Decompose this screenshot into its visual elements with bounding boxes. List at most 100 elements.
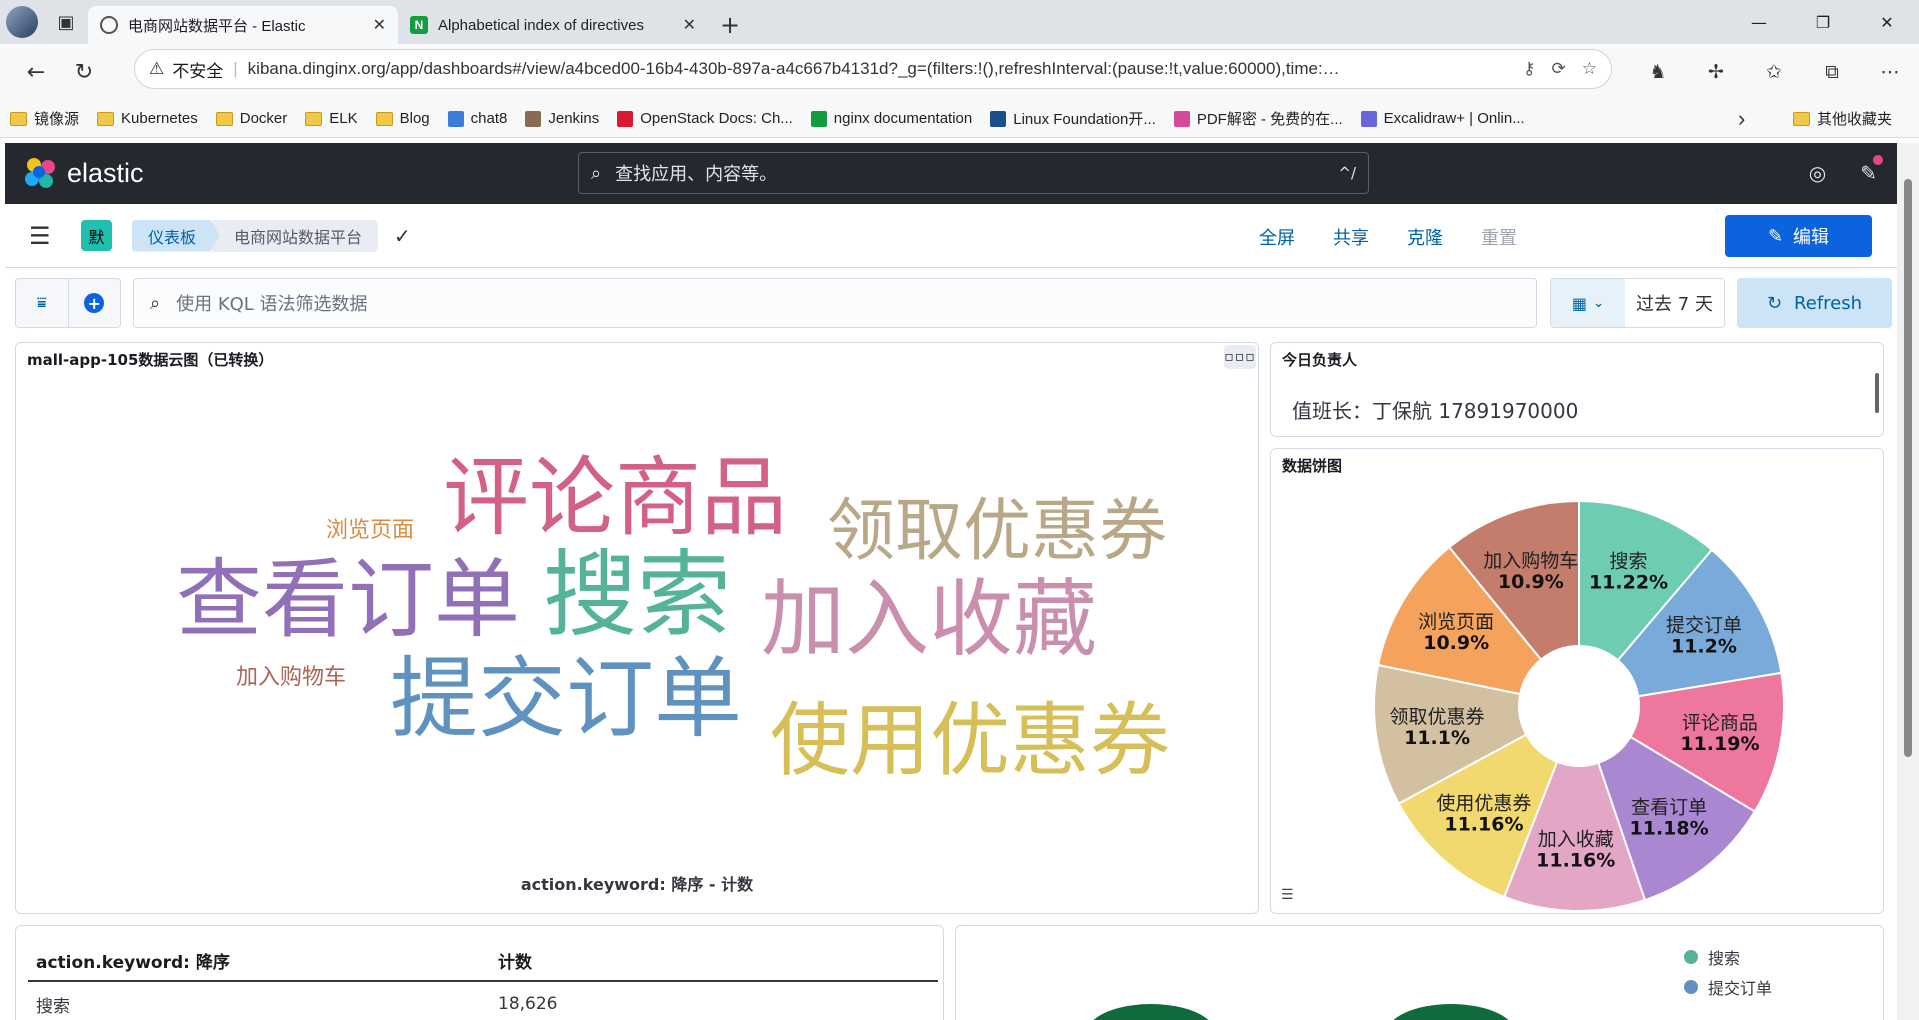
breadcrumb-dashboards[interactable]: 仪表板 <box>132 220 220 252</box>
edit-button[interactable]: ✎ 编辑 <box>1725 215 1872 257</box>
bookmark-10[interactable]: Linux Foundation开... <box>990 108 1156 129</box>
bookmark-5[interactable]: Blog <box>375 110 430 127</box>
edit-label: 编辑 <box>1793 227 1830 248</box>
legend-item[interactable]: 搜索 <box>1684 942 1772 972</box>
bookmark-2[interactable]: Kubernetes <box>97 110 198 127</box>
more-menu-icon[interactable]: ⋯ <box>1861 61 1919 83</box>
tab-kibana[interactable]: 电商网站数据平台 - Elastic ✕ <box>88 6 398 44</box>
panel-scrollbar[interactable] <box>1875 373 1879 413</box>
chevron-right-icon[interactable]: › <box>1738 106 1745 132</box>
panel-options-icon[interactable]: ▫▫▫ <box>1224 345 1256 369</box>
chart-arc-partial <box>1386 1004 1516 1020</box>
cloud-word: 搜索 <box>543 541 732 650</box>
duty-text: 值班长：丁保航 17891970000 <box>1292 399 1579 423</box>
bookmarks-bar: 镜像源 Kubernetes Docker ELK Blog chat8 Jenkins Op… <box>0 100 1919 138</box>
news-feed-icon[interactable]: ✎ <box>1860 155 1883 185</box>
bookmark-label: Docker <box>239 110 288 127</box>
cloud-word: 提交订单 <box>390 647 743 750</box>
tab-actions-icon[interactable]: ▣ <box>44 0 88 44</box>
date-picker[interactable]: ▦ ⌄ 过去 7 天 <box>1550 278 1725 328</box>
bookmark-label: Linux Foundation开... <box>1013 111 1156 128</box>
extensions-puzzle-icon[interactable]: ✢ <box>1687 61 1745 83</box>
table-row: 搜索 18,626 <box>28 982 938 1020</box>
bookmark-label: Blog <box>399 110 430 127</box>
page-scrollbar[interactable] <box>1897 143 1919 1020</box>
calendar-icon[interactable]: ▦ ⌄ <box>1551 279 1625 327</box>
minimize-icon[interactable]: — <box>1727 0 1791 44</box>
address-toolbar: ← ↻ ⚠ 不安全 | kibana.dinginx.org/app/dashb… <box>0 44 1919 100</box>
slice-label: 领取优惠券 <box>1390 706 1485 728</box>
bookmark-9[interactable]: nginx documentation <box>810 110 973 127</box>
profile-button[interactable] <box>0 0 44 44</box>
clone-button[interactable]: 克隆 <box>1407 224 1443 250</box>
bookmark-label: 其他收藏夹 <box>1817 111 1893 128</box>
slice-value-label: 11.1% <box>1404 727 1470 749</box>
cloud-word: 领取优惠券 <box>827 492 1168 571</box>
column-header[interactable]: action.keyword: 降序 <box>28 948 498 973</box>
back-icon[interactable]: ← <box>12 48 60 96</box>
space-avatar[interactable]: 默 <box>81 220 112 251</box>
menu-toggle-icon[interactable]: ☰ <box>29 222 53 250</box>
restore-icon[interactable]: ❐ <box>1791 0 1855 44</box>
share-button[interactable]: 共享 <box>1333 224 1369 250</box>
nginx-icon <box>810 110 827 127</box>
query-bar: ⩸ + ⌕ 使用 KQL 语法筛选数据 ▦ ⌄ 过去 7 天 ↻ Refresh <box>5 268 1897 340</box>
column-header[interactable]: 计数 <box>498 948 532 973</box>
scrollbar-thumb[interactable] <box>1904 179 1912 757</box>
slice-label: 提交订单 <box>1666 614 1742 636</box>
collections-icon[interactable]: ⧉ <box>1803 61 1861 83</box>
address-bar[interactable]: ⚠ 不安全 | kibana.dinginx.org/app/dashboard… <box>134 49 1612 89</box>
query-placeholder: 使用 KQL 语法筛选数据 <box>176 294 368 315</box>
search-icon: ⌕ <box>150 292 161 314</box>
search-placeholder: 查找应用、内容等。 <box>615 164 778 185</box>
folder-icon <box>97 111 115 126</box>
favorites-icon[interactable]: ✩ <box>1745 61 1803 83</box>
filter-controls: ⩸ + <box>15 278 121 328</box>
bookmark-11[interactable]: PDF解密 - 免费的在... <box>1173 108 1343 129</box>
chart-arc-partial <box>1086 1004 1216 1020</box>
search-icon: ⌕ <box>591 162 602 184</box>
fullscreen-button[interactable]: 全屏 <box>1259 224 1295 250</box>
translate-icon[interactable]: ⟳ <box>1552 59 1566 79</box>
slice-label: 加入收藏 <box>1538 828 1614 850</box>
new-tab-button[interactable]: + <box>708 6 752 44</box>
time-range[interactable]: 过去 7 天 <box>1625 279 1724 327</box>
url-text[interactable]: kibana.dinginx.org/app/dashboards#/view/… <box>248 59 1507 79</box>
kql-query-input[interactable]: ⌕ 使用 KQL 语法筛选数据 <box>133 278 1537 328</box>
breadcrumb-current: 电商网站数据平台 <box>212 219 379 252</box>
close-window-icon[interactable]: ✕ <box>1855 0 1919 44</box>
refresh-button[interactable]: ↻ Refresh <box>1737 278 1892 328</box>
extension-icon[interactable]: ♞ <box>1629 61 1687 83</box>
tab-nginx[interactable]: N Alphabetical index of directives ✕ <box>398 6 708 44</box>
close-tab-icon[interactable]: ✕ <box>373 15 386 35</box>
bookmark-7[interactable]: Jenkins <box>525 110 599 127</box>
dashboard-toolbar: ☰ 默 仪表板 电商网站数据平台 ✓ 全屏 共享 克隆 重置 ✎ 编辑 <box>5 204 1897 268</box>
bookmark-3[interactable]: Docker <box>215 110 288 127</box>
global-search-input[interactable]: ⌕ 查找应用、内容等。 ^/ <box>578 152 1369 194</box>
add-filter-button[interactable]: + <box>67 279 121 327</box>
bookmark-label: nginx documentation <box>833 110 973 127</box>
bookmark-1[interactable]: 镜像源 <box>10 108 79 129</box>
reset-button[interactable]: 重置 <box>1481 224 1517 250</box>
pie-chart: 搜索11.22% 提交订单11.2% 评论商品11.19% 查看订单11.18% 加入收… <box>1373 499 1785 912</box>
slice-value-label: 11.16% <box>1536 849 1615 871</box>
key-icon[interactable]: ⚷ <box>1523 59 1535 79</box>
legend-item[interactable]: 提交订单 <box>1684 972 1772 1002</box>
reload-icon[interactable]: ↻ <box>60 48 108 96</box>
bookmark-8[interactable]: OpenStack Docs: Ch... <box>617 110 793 127</box>
elastic-logo[interactable]: elastic <box>25 157 144 190</box>
close-tab-icon[interactable]: ✕ <box>683 15 696 35</box>
brand-name: elastic <box>67 158 144 188</box>
favorite-star-icon[interactable]: ☆ <box>1582 59 1597 79</box>
help-icon[interactable]: ◎ <box>1809 161 1826 185</box>
slice-label: 评论商品 <box>1682 712 1758 734</box>
kibana-header: elastic ⌕ 查找应用、内容等。 ^/ ◎ ✎ <box>5 143 1897 204</box>
other-bookmarks[interactable]: 其他收藏夹 <box>1793 108 1892 129</box>
legend-toggle-icon[interactable]: ☰ <box>1281 887 1294 903</box>
legend-chart-panel: 搜索 提交订单 <box>955 925 1884 1020</box>
bookmark-6[interactable]: chat8 <box>447 110 507 127</box>
filter-options-icon[interactable]: ⩸ <box>16 279 68 327</box>
avatar <box>6 6 38 38</box>
bookmark-12[interactable]: Excalidraw+ | Onlin... <box>1360 110 1525 127</box>
bookmark-4[interactable]: ELK <box>305 110 358 127</box>
